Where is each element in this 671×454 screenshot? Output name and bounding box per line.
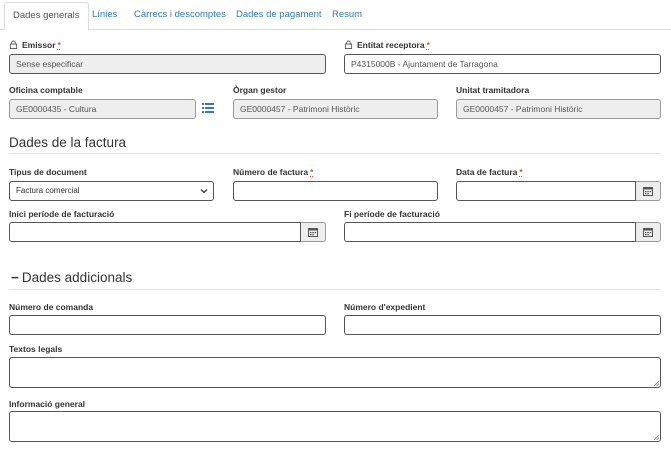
organ-label: Òrgan gestor — [233, 85, 287, 95]
data-factura-label: Data de factura * — [456, 167, 523, 177]
oficina-label: Oficina comptable — [9, 85, 83, 95]
informacio-general-textarea[interactable] — [9, 411, 661, 442]
entitat-label: Entitat receptora * — [344, 40, 430, 50]
tab-dades-generals[interactable]: Dades generals — [4, 2, 89, 31]
required-mark: * — [57, 40, 61, 50]
calendar-icon — [643, 228, 653, 237]
tab-dades-pagament[interactable]: Dades de pagament — [228, 2, 330, 30]
fi-periode-label: Fi període de facturació — [344, 209, 440, 219]
tipus-document-select[interactable]: Factura comercial — [9, 181, 214, 201]
organ-gestor-field: GE0000457 - Patrimoni Històric — [233, 99, 438, 119]
calendar-icon — [643, 187, 653, 196]
numero-comanda-input[interactable] — [9, 315, 326, 335]
resize-handle-icon[interactable] — [653, 380, 659, 386]
required-mark: * — [426, 40, 430, 50]
lock-icon — [9, 40, 18, 49]
section-title-addicionals[interactable]: − Dades addicionals — [11, 270, 132, 285]
numero-factura-input[interactable] — [233, 181, 438, 201]
required-mark: * — [310, 167, 314, 177]
comanda-label: Número de comanda — [9, 302, 94, 312]
entitat-label-text: Entitat receptora — [357, 40, 425, 50]
tipus-label: Tipus de document — [9, 167, 87, 177]
divider — [9, 289, 661, 290]
numero-factura-label-text: Número de factura — [233, 167, 309, 177]
inici-periode-calendar-button[interactable] — [301, 222, 326, 242]
required-mark: * — [519, 167, 523, 177]
divider — [9, 153, 661, 154]
tab-bar: Dades generals Línies Càrrecs i descompt… — [0, 0, 671, 31]
fi-periode-calendar-button[interactable] — [636, 222, 661, 242]
textos-legals-label: Textos legals — [9, 344, 63, 354]
section-title-factura: Dades de la factura — [9, 135, 127, 150]
oficina-comptable-field: GE0000435 - Cultura — [9, 99, 196, 119]
unitat-label: Unitat tramitadora — [456, 85, 530, 95]
chevron-down-icon — [200, 189, 208, 194]
entitat-receptora-field[interactable]: P4315000B - Ajuntament de Tarragona — [344, 54, 661, 74]
emissor-label: Emissor * — [9, 40, 61, 50]
inici-periode-label: Inici període de facturació — [9, 209, 115, 219]
collapse-toggle-icon[interactable]: − — [11, 270, 19, 285]
resize-handle-icon[interactable] — [653, 434, 659, 440]
informacio-general-label: Informació general — [9, 399, 86, 409]
emissor-field[interactable]: Sense especificar — [9, 54, 326, 74]
inici-periode-input[interactable] — [9, 222, 301, 242]
numero-expedient-input[interactable] — [344, 315, 661, 335]
tipus-document-value: Factura comercial — [16, 186, 80, 195]
data-factura-input[interactable] — [456, 181, 636, 201]
lock-icon — [344, 40, 353, 49]
tab-resum[interactable]: Resum — [324, 2, 370, 30]
section-title-addicionals-text: Dades addicionals — [21, 270, 133, 285]
tab-carrecs-descomptes[interactable]: Càrrecs i descomptes — [126, 2, 234, 30]
fi-periode-input[interactable] — [344, 222, 636, 242]
emissor-label-text: Emissor — [22, 40, 56, 50]
list-icon[interactable] — [202, 103, 214, 113]
unitat-tramitadora-field: GE0000457 - Patrimoni Històric — [456, 99, 661, 119]
numero-factura-label: Número de factura * — [233, 167, 313, 177]
expedient-label: Número d'expedient — [344, 302, 426, 312]
textos-legals-textarea[interactable] — [9, 357, 661, 388]
data-factura-calendar-button[interactable] — [636, 181, 661, 201]
calendar-icon — [308, 228, 318, 237]
data-factura-label-text: Data de factura — [456, 167, 518, 177]
tab-linies[interactable]: Línies — [84, 2, 125, 30]
